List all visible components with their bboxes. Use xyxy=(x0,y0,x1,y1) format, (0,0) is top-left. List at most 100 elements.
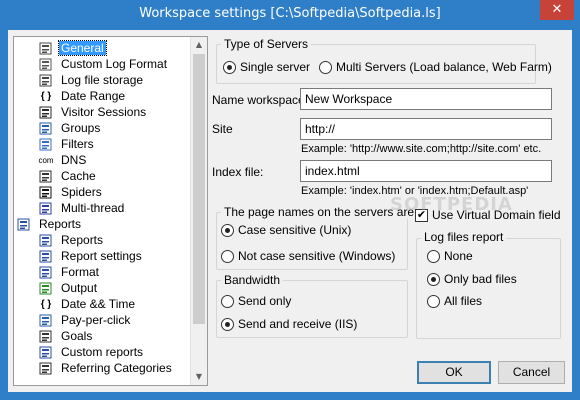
log-none-radio[interactable]: None xyxy=(427,249,473,263)
tree-item-filters[interactable]: Filters xyxy=(38,136,96,152)
tree-item-label: Cache xyxy=(61,169,96,183)
tree-item-label: Referring Categories xyxy=(61,361,172,375)
spider-icon xyxy=(38,185,54,200)
tree-item-label: Goals xyxy=(61,329,93,343)
tree-item-label: Groups xyxy=(61,121,101,135)
tree-item-label: Reports xyxy=(39,217,82,231)
settings-tree[interactable]: General Custom Log Format Log file storage… xyxy=(13,36,208,386)
index-file-label: Index file: xyxy=(212,165,264,179)
radio-unchecked-icon[interactable] xyxy=(427,294,440,308)
send-receive-label: Send and receive (IIS) xyxy=(238,317,358,331)
radio-unchecked-icon[interactable] xyxy=(221,294,234,308)
workspace-settings-window: Workspace settings [C:\Softpedia\Softped… xyxy=(0,0,580,400)
tree-item-date-range[interactable]: { } Date Range xyxy=(38,88,127,104)
tree-scrollbar[interactable]: ▲ ▼ xyxy=(190,37,207,385)
tree-item-format[interactable]: Format xyxy=(38,264,101,280)
radio-checked-icon[interactable] xyxy=(221,223,234,237)
format-icon xyxy=(38,265,54,280)
site-label: Site xyxy=(212,122,233,136)
cache-icon xyxy=(38,169,54,184)
send-only-label: Send only xyxy=(238,294,292,308)
tree-item-label: Custom Log Format xyxy=(61,57,168,71)
custom-reports-icon xyxy=(38,345,54,360)
send-only-radio[interactable]: Send only xyxy=(221,294,291,308)
tree-item-report-settings[interactable]: Report settings xyxy=(38,248,144,264)
tree-item-label: Filters xyxy=(61,137,94,151)
radio-checked-icon[interactable] xyxy=(223,60,236,74)
tree-item-general[interactable]: General xyxy=(38,40,107,56)
site-input[interactable]: http:// xyxy=(300,118,552,140)
tree-item-multi-thread[interactable]: Multi-thread xyxy=(38,200,126,216)
tree-item-label: Reports xyxy=(61,233,104,247)
tree-item-spiders[interactable]: Spiders xyxy=(38,184,104,200)
index-file-input[interactable]: index.html xyxy=(300,160,552,182)
output-icon xyxy=(38,281,54,296)
log-none-label: None xyxy=(444,249,473,263)
close-icon: ✕ xyxy=(551,2,563,17)
dialog-client-area: General Custom Log Format Log file storage… xyxy=(8,30,572,392)
tree-item-label: General xyxy=(58,40,107,56)
single-server-radio[interactable]: Single server xyxy=(223,60,310,74)
log-bad-files-radio[interactable]: Only bad files xyxy=(427,272,517,286)
tree-item-label: Spiders xyxy=(61,185,102,199)
tree-item-cache[interactable]: Cache xyxy=(38,168,98,184)
multithread-icon xyxy=(38,201,54,216)
tree-item-label: Date Range xyxy=(61,89,126,103)
tree-item-label: Date && Time xyxy=(61,297,136,311)
log-report-group-title: Log files report xyxy=(421,230,507,244)
scroll-up-icon[interactable]: ▲ xyxy=(191,37,207,53)
scroll-thumb[interactable] xyxy=(193,54,205,324)
name-workspace-input[interactable]: New Workspace xyxy=(300,88,552,110)
document-icon xyxy=(38,57,54,72)
tree-item-reports[interactable]: Reports xyxy=(38,232,105,248)
tree-item-date-time[interactable]: { } Date && Time xyxy=(38,296,137,312)
tree-item-label: Format xyxy=(61,265,100,279)
tree-item-log-file-storage[interactable]: Log file storage xyxy=(38,72,145,88)
radio-unchecked-icon[interactable] xyxy=(427,249,440,263)
tree-item-label: DNS xyxy=(61,153,87,167)
radio-unchecked-icon[interactable] xyxy=(319,60,332,74)
name-workspace-label: Name workspace: xyxy=(212,93,309,107)
tree-item-dns[interactable]: com DNS xyxy=(38,152,88,168)
goals-icon xyxy=(38,329,54,344)
scroll-down-icon[interactable]: ▼ xyxy=(191,369,207,385)
tree-item-label: Report settings xyxy=(61,249,142,263)
tree-item-custom-log-format[interactable]: Custom Log Format xyxy=(38,56,169,72)
tree-item-reports[interactable]: Reports xyxy=(16,216,83,232)
send-receive-radio[interactable]: Send and receive (IIS) xyxy=(221,317,357,331)
log-all-files-label: All files xyxy=(444,294,483,308)
tree-item-groups[interactable]: Groups xyxy=(38,120,102,136)
tree-item-label: Output xyxy=(61,281,98,295)
window-title: Workspace settings [C:\Softpedia\Softped… xyxy=(139,6,441,21)
globe-icon xyxy=(38,313,54,328)
tree-item-label: Pay-per-click xyxy=(61,313,131,327)
tree-item-custom-reports[interactable]: Custom reports xyxy=(38,344,145,360)
radio-unchecked-icon[interactable] xyxy=(221,249,234,263)
radio-checked-icon[interactable] xyxy=(427,272,440,286)
tree-list: General Custom Log Format Log file storage… xyxy=(14,37,190,385)
multi-server-radio[interactable]: Multi Servers (Load balance, Web Farm) xyxy=(319,60,552,74)
tree-item-pay-per-click[interactable]: Pay-per-click xyxy=(38,312,132,328)
not-case-sensitive-label: Not case sensitive (Windows) xyxy=(238,249,396,263)
servers-group-title: Type of Servers xyxy=(221,37,312,51)
ok-button[interactable]: OK xyxy=(417,361,491,384)
report-icon xyxy=(38,233,54,248)
radio-checked-icon[interactable] xyxy=(221,317,234,331)
tree-item-output[interactable]: Output xyxy=(38,280,99,296)
multi-server-label: Multi Servers (Load balance, Web Farm) xyxy=(336,60,552,74)
groups-icon xyxy=(38,121,54,136)
tree-item-visitor-sessions[interactable]: Visitor Sessions xyxy=(38,104,148,120)
tree-item-label: Log file storage xyxy=(61,73,144,87)
cancel-button[interactable]: Cancel xyxy=(498,361,565,384)
not-case-sensitive-radio[interactable]: Not case sensitive (Windows) xyxy=(221,249,395,263)
tree-item-referring-categories[interactable]: Referring Categories xyxy=(38,360,174,376)
close-button[interactable]: ✕ xyxy=(540,0,574,20)
log-all-files-radio[interactable]: All files xyxy=(427,294,482,308)
storage-icon xyxy=(38,73,54,88)
log-bad-files-label: Only bad files xyxy=(444,272,517,286)
title-bar[interactable]: Workspace settings [C:\Softpedia\Softped… xyxy=(0,0,580,30)
case-sensitive-radio[interactable]: Case sensitive (Unix) xyxy=(221,223,351,237)
dns-icon: com xyxy=(38,155,54,165)
filter-icon xyxy=(38,137,54,152)
tree-item-goals[interactable]: Goals xyxy=(38,328,94,344)
